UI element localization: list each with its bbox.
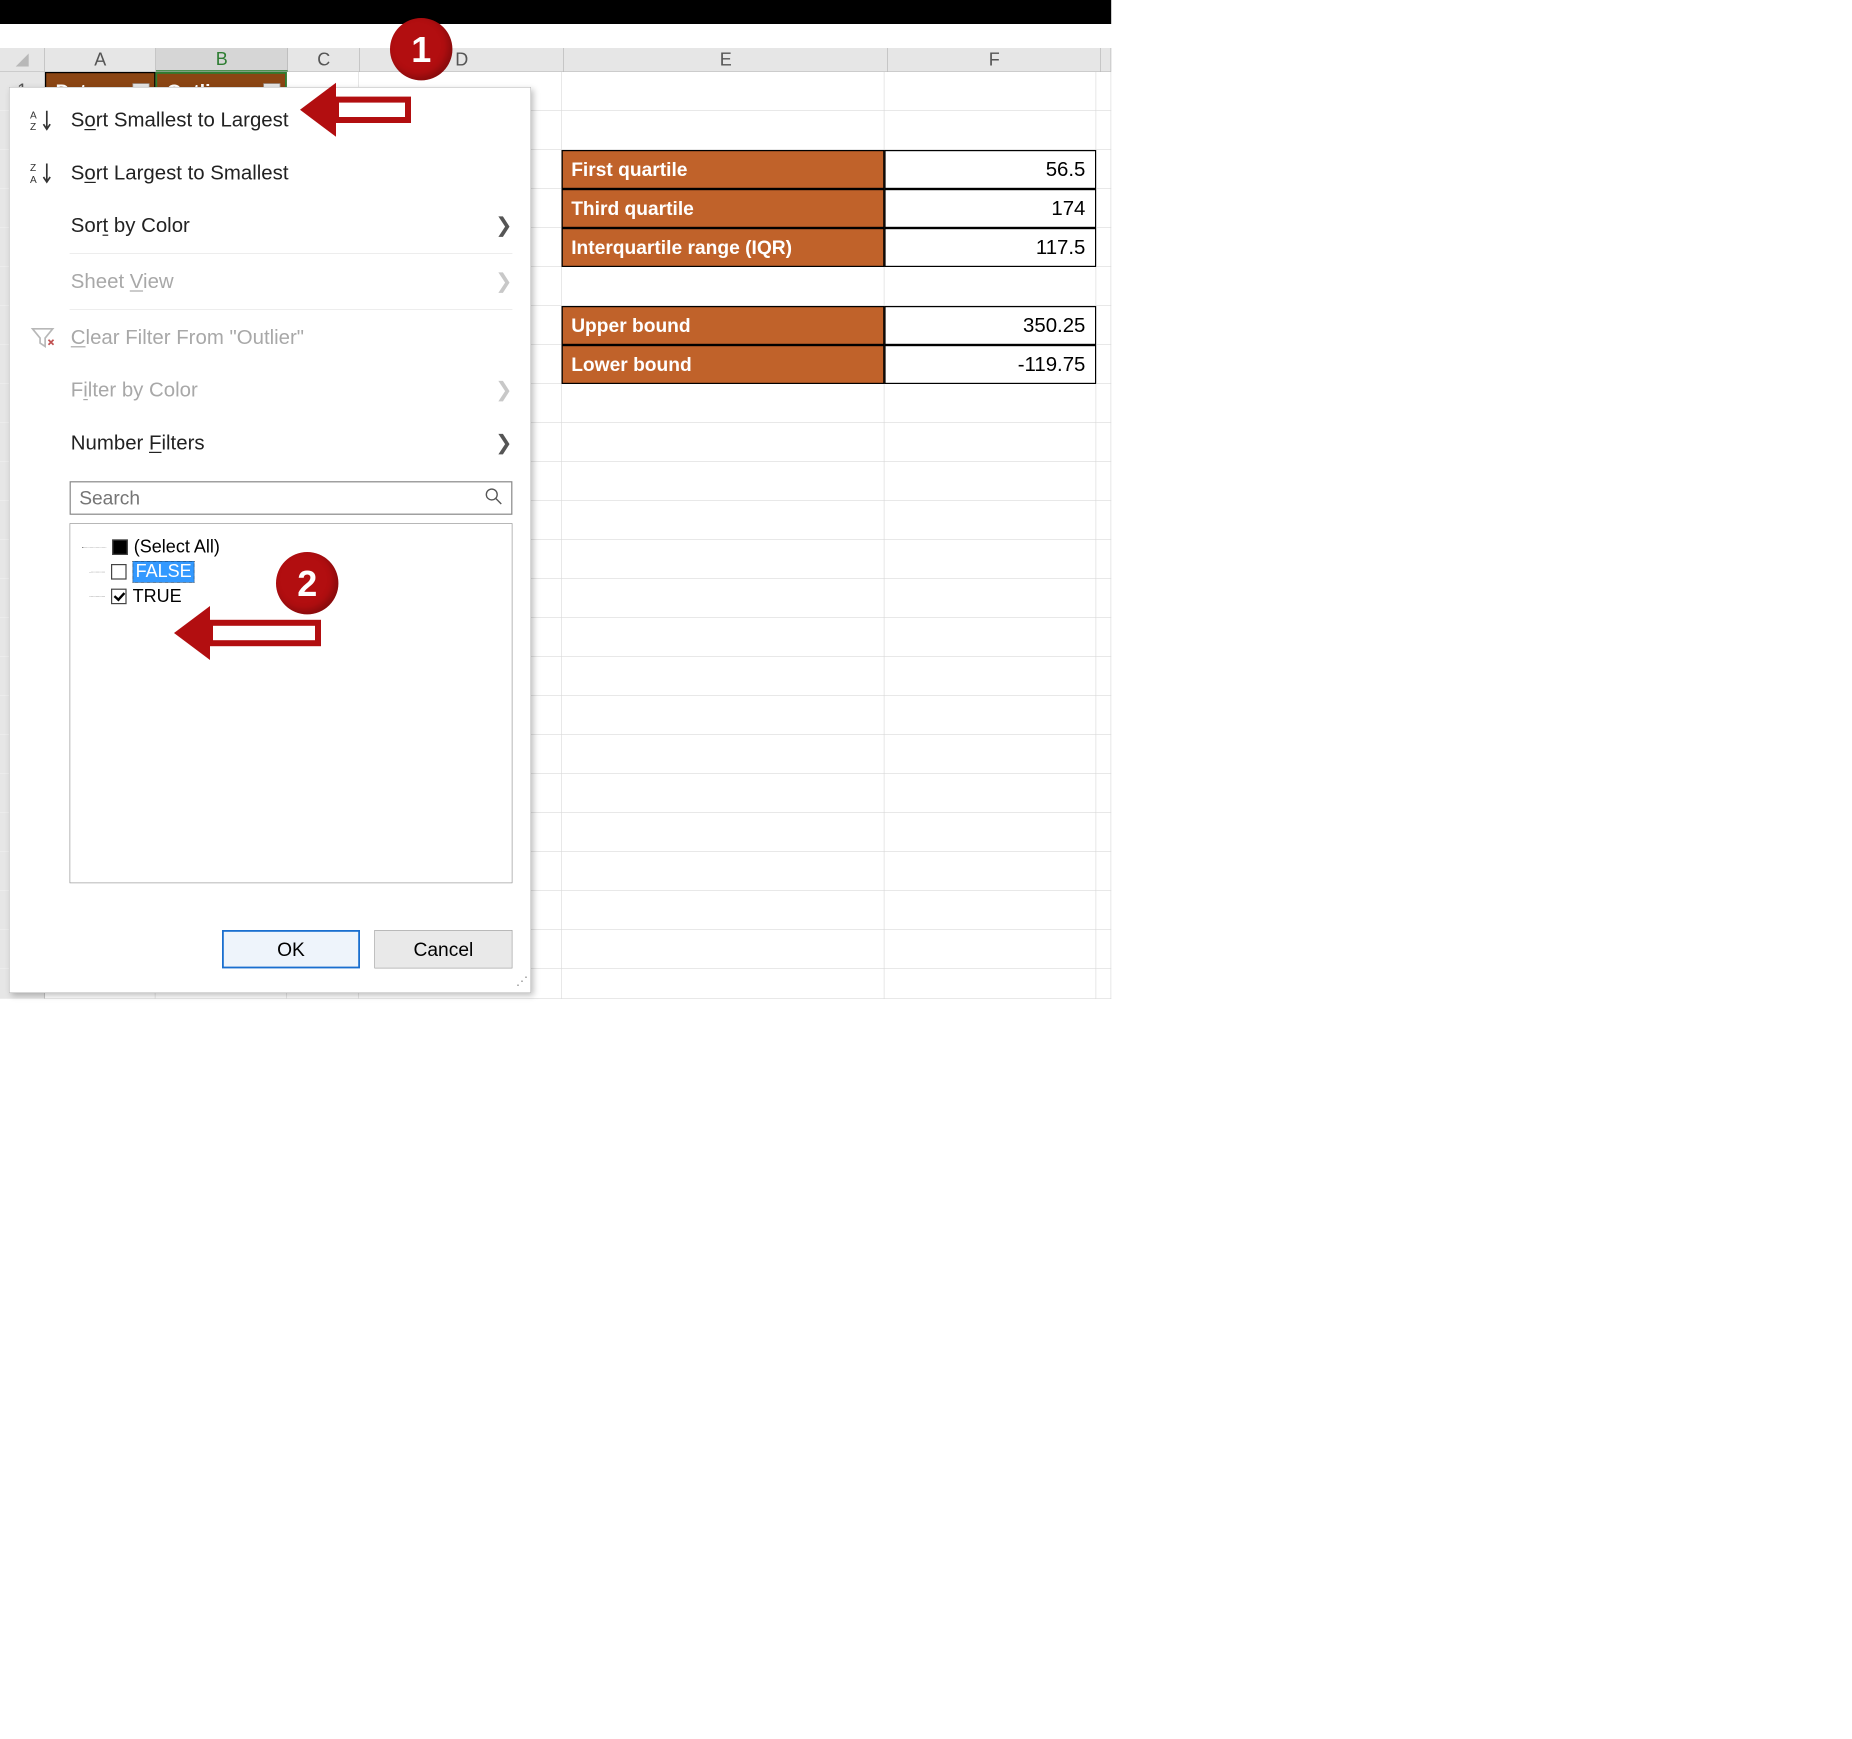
annotation-circle-1: 1 (390, 18, 452, 80)
iqr-value[interactable]: 117.5 (884, 228, 1096, 267)
sort-by-color[interactable]: Sort by Color ❯ (10, 199, 531, 252)
sort-ascending-icon: AZ (25, 107, 60, 132)
menu-separator (70, 253, 513, 254)
svg-text:Z: Z (30, 122, 36, 133)
clear-filter-label: Clear Filter From "Outlier" (60, 326, 512, 349)
lower-bound-label[interactable]: Lower bound (562, 345, 885, 384)
sort-by-color-label: Sort by Color (60, 214, 495, 237)
first-quartile-value[interactable]: 56.5 (884, 150, 1096, 189)
filter-by-color: Filter by Color ❯ (10, 364, 531, 417)
menu-separator (70, 309, 513, 310)
filter-search-input[interactable] (70, 481, 513, 515)
checkbox-checked-icon[interactable] (111, 589, 127, 605)
sort-descending[interactable]: ZA Sort Largest to Smallest (10, 146, 531, 199)
top-black-bar (0, 0, 1111, 24)
sort-descending-label: Sort Largest to Smallest (60, 161, 512, 184)
column-header-row: A B C D E F (0, 48, 1111, 72)
first-quartile-label[interactable]: First quartile (562, 150, 885, 189)
cancel-button[interactable]: Cancel (374, 930, 512, 968)
chevron-right-icon: ❯ (495, 431, 512, 455)
number-filters-label: Number Filters (60, 431, 495, 454)
annotation-circle-2: 2 (276, 552, 338, 614)
svg-text:Z: Z (30, 163, 36, 174)
third-quartile-value[interactable]: 174 (884, 189, 1096, 228)
sheet-view: Sheet View ❯ (10, 255, 531, 308)
chevron-right-icon: ❯ (495, 378, 512, 402)
checkbox-unchecked-icon[interactable] (111, 564, 127, 580)
resize-grip-icon[interactable]: ⋰ (516, 974, 527, 989)
sort-ascending-label: Sort Smallest to Largest (60, 108, 512, 131)
select-all-corner[interactable] (0, 48, 45, 71)
clear-filter-icon (25, 325, 60, 350)
number-filters[interactable]: Number Filters ❯ (10, 416, 531, 469)
col-header-E[interactable]: E (564, 48, 888, 71)
ok-button[interactable]: OK (222, 930, 360, 968)
cell-G1[interactable] (1096, 72, 1111, 111)
tree-select-all[interactable]: (Select All) (82, 537, 500, 557)
tree-false-label: FALSE (133, 561, 195, 583)
sheet-view-label: Sheet View (60, 270, 495, 293)
clear-filter: Clear Filter From "Outlier" (10, 311, 531, 364)
cell-F1[interactable] (884, 72, 1096, 111)
cell-E2[interactable] (562, 111, 885, 150)
upper-bound-label[interactable]: Upper bound (562, 306, 885, 345)
formula-bar-area (0, 24, 1111, 48)
lower-bound-value[interactable]: -119.75 (884, 345, 1096, 384)
checkbox-indeterminate-icon[interactable] (112, 539, 128, 555)
col-header-B[interactable]: B (156, 48, 288, 71)
cell-E1[interactable] (562, 72, 885, 111)
dialog-button-row: OK Cancel (222, 930, 512, 968)
svg-text:A: A (30, 110, 37, 121)
third-quartile-label[interactable]: Third quartile (562, 189, 885, 228)
chevron-right-icon: ❯ (495, 214, 512, 238)
annotation-arrow-1 (294, 77, 414, 143)
sort-descending-icon: ZA (25, 160, 60, 185)
col-header-G-clip[interactable] (1101, 48, 1111, 71)
filter-dropdown-menu: AZ Sort Smallest to Largest ZA Sort Larg… (9, 87, 531, 993)
tree-select-all-label: (Select All) (134, 537, 220, 557)
filter-by-color-label: Filter by Color (60, 378, 495, 401)
col-header-C[interactable]: C (288, 48, 360, 71)
sort-ascending[interactable]: AZ Sort Smallest to Largest (10, 94, 531, 147)
col-header-A[interactable]: A (45, 48, 156, 71)
chevron-right-icon: ❯ (495, 269, 512, 293)
svg-text:A: A (30, 175, 37, 186)
iqr-label[interactable]: Interquartile range (IQR) (562, 228, 885, 267)
col-header-F[interactable]: F (888, 48, 1101, 71)
upper-bound-value[interactable]: 350.25 (884, 306, 1096, 345)
filter-search-wrap (70, 481, 513, 515)
search-icon (484, 486, 504, 509)
cell-F2[interactable] (884, 111, 1096, 150)
